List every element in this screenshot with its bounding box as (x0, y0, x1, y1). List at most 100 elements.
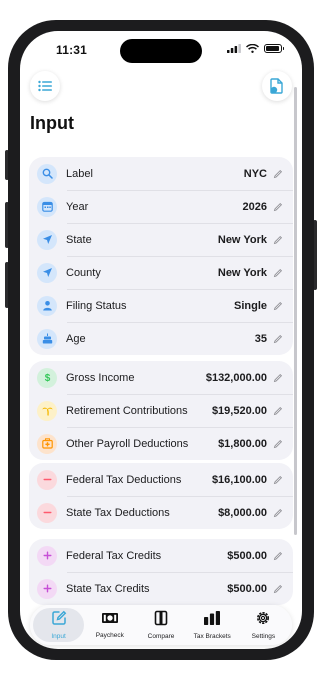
county-value: New York (217, 266, 267, 279)
palm-tree-icon (37, 400, 57, 421)
tab-paycheck[interactable]: Paycheck (84, 608, 135, 642)
tab-tax-brackets[interactable]: Tax Brackets (187, 608, 238, 642)
plus-icon (37, 545, 57, 566)
retirement-contributions-value: $19,520.00 (211, 404, 267, 417)
list-menu-button[interactable] (30, 71, 60, 101)
row-county[interactable]: County New York (29, 256, 293, 289)
pencil-icon[interactable] (273, 169, 283, 179)
state-label: State (66, 233, 92, 246)
state-tax-deductions-label: State Tax Deductions (66, 506, 170, 519)
gear-icon (255, 610, 271, 631)
plus-icon (37, 578, 57, 599)
pencil-icon[interactable] (273, 334, 283, 344)
bar-chart-icon (203, 610, 221, 631)
banknote-icon (101, 611, 119, 630)
row-federal-tax-credits[interactable]: Federal Tax Credits $500.00 (29, 539, 293, 572)
row-state-tax-deductions[interactable]: State Tax Deductions $8,000.00 (29, 496, 293, 529)
label-label: Label (66, 167, 93, 180)
pencil-icon[interactable] (273, 235, 283, 245)
age-value: 35 (254, 332, 267, 345)
label-value: NYC (243, 167, 267, 180)
section-card: Federal Tax Credits $500.00 State Tax Cred… (29, 539, 293, 605)
tab-compare[interactable]: Compare (135, 608, 186, 642)
page-title: Input (30, 113, 74, 133)
pencil-square-icon (51, 610, 67, 631)
row-federal-tax-deductions[interactable]: Federal Tax Deductions $16,100.00 (29, 463, 293, 496)
gross-income-value: $132,000.00 (205, 371, 267, 384)
first-aid-icon (37, 433, 57, 454)
year-value: 2026 (242, 200, 267, 213)
tab-paycheck-label: Paycheck (95, 632, 124, 639)
tab-input[interactable]: Input (33, 608, 85, 642)
status-time: 11:31 (56, 43, 88, 57)
dollar-icon: $ (37, 367, 57, 388)
pencil-icon[interactable] (273, 202, 283, 212)
federal-tax-credits-label: Federal Tax Credits (66, 549, 162, 562)
pencil-icon[interactable] (273, 439, 283, 449)
county-label: County (66, 266, 101, 279)
document-button[interactable] (262, 71, 292, 101)
minus-icon (37, 502, 57, 523)
wifi-icon (245, 44, 259, 53)
status-icons (226, 44, 284, 53)
pencil-icon[interactable] (273, 475, 283, 485)
row-retirement-contributions[interactable]: Retirement Contributions $19,520.00 (29, 394, 293, 427)
location-arrow-icon (37, 262, 57, 283)
cake-icon (37, 328, 57, 349)
other-payroll-deductions-value: $1,800.00 (218, 437, 267, 450)
tab-settings[interactable]: Settings (238, 608, 289, 642)
state-value: New York (217, 233, 267, 246)
row-other-payroll-deductions[interactable]: Other Payroll Deductions $1,800.00 (29, 427, 293, 460)
filing-status-value: Single (233, 299, 267, 312)
svg-text:$: $ (44, 373, 50, 383)
pencil-icon[interactable] (273, 373, 283, 383)
filing-status-label: Filing Status (66, 299, 127, 312)
state-tax-credits-label: State Tax Credits (66, 582, 150, 595)
section-card: Federal Tax Deductions $16,100.00 State Ta… (29, 463, 293, 529)
pencil-icon[interactable] (273, 301, 283, 311)
federal-tax-deductions-value: $16,100.00 (211, 473, 267, 486)
scrollbar[interactable] (294, 87, 297, 535)
location-arrow-icon (37, 229, 57, 250)
pencil-icon[interactable] (273, 584, 283, 594)
year-label: Year (66, 200, 89, 213)
pencil-icon[interactable] (273, 268, 283, 278)
list-icon (38, 80, 52, 92)
row-gross-income[interactable]: $ Gross Income $132,000.00 (29, 361, 293, 394)
app-screen: 11:31 Input Label NYC Year 2026 State Ne… (20, 31, 302, 649)
split-rect-icon (153, 610, 169, 631)
tab-settings-label: Settings (251, 633, 276, 640)
pencil-icon[interactable] (273, 508, 283, 518)
federal-tax-credits-value: $500.00 (227, 549, 267, 562)
gross-income-label: Gross Income (66, 371, 135, 384)
row-label[interactable]: Label NYC (29, 157, 293, 190)
tab-input-label: Input (51, 633, 66, 640)
age-label: Age (66, 332, 86, 345)
pencil-icon[interactable] (273, 406, 283, 416)
row-filing-status[interactable]: Filing Status Single (29, 289, 293, 322)
dynamic-island (120, 39, 202, 63)
document-badge-icon (270, 78, 283, 94)
section-card: Label NYC Year 2026 State New York County New Y… (29, 157, 293, 355)
phone-frame: 11:31 Input Label NYC Year 2026 State Ne… (8, 20, 314, 660)
row-age[interactable]: Age 35 (29, 322, 293, 355)
person-icon (37, 295, 57, 316)
calendar-icon (37, 196, 57, 217)
section-card: $ Gross Income $132,000.00 Retirement Contr… (29, 361, 293, 460)
tab-bar: Input Paycheck Compare Tax Brackets Settings (30, 605, 292, 645)
signal-icon (226, 44, 241, 53)
tab-tax-brackets-label: Tax Brackets (193, 633, 231, 640)
row-state[interactable]: State New York (29, 223, 293, 256)
state-tax-deductions-value: $8,000.00 (218, 506, 267, 519)
state-tax-credits-value: $500.00 (227, 582, 267, 595)
row-year[interactable]: Year 2026 (29, 190, 293, 223)
other-payroll-deductions-label: Other Payroll Deductions (66, 437, 189, 450)
magnifier-icon (37, 163, 57, 184)
tab-compare-label: Compare (147, 633, 175, 640)
row-state-tax-credits[interactable]: State Tax Credits $500.00 (29, 572, 293, 605)
retirement-contributions-label: Retirement Contributions (66, 404, 188, 417)
battery-icon (263, 44, 284, 53)
federal-tax-deductions-label: Federal Tax Deductions (66, 473, 182, 486)
minus-icon (37, 469, 57, 490)
pencil-icon[interactable] (273, 551, 283, 561)
